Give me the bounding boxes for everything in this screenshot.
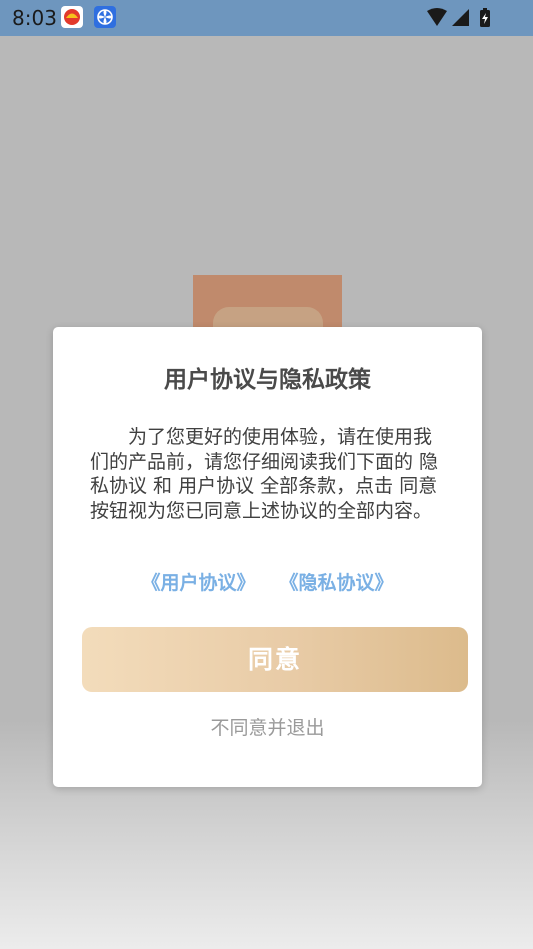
agree-mention: 同意: [399, 475, 438, 497]
privacy-agreement-link[interactable]: 《隐私协议》: [280, 572, 394, 594]
agreement-links: 《用户协议》 《隐私协议》: [53, 570, 482, 596]
user-mention: 用户协议: [178, 475, 255, 497]
petrochina-app-icon: [61, 6, 83, 28]
body-ending: 按钮视为您已同意上述协议的全部内容。: [90, 499, 433, 522]
user-agreement-link[interactable]: 《用户协议》: [141, 572, 255, 594]
body-conjunction: 和: [147, 475, 179, 497]
status-indicators: [425, 7, 495, 29]
decline-exit-button[interactable]: 不同意并退出: [53, 715, 482, 741]
dialog-body-text: 为了您更好的使用体验，请在使用我们的产品前，请您仔细阅读我们下面的 隐私协议 和…: [90, 425, 446, 523]
wifi-icon: [427, 8, 490, 27]
body-intro: 为了您更好的使用体验，请在使用我们的产品前，请您仔细阅读我们下面的: [90, 426, 433, 473]
privacy-dialog: 用户协议与隐私政策 为了您更好的使用体验，请在使用我们的产品前，请您仔细阅读我们…: [53, 327, 482, 787]
body-middle: 全部条款，点击: [254, 475, 400, 497]
fan-app-icon: [94, 6, 116, 28]
app-screen: 8:03 用户协议与隐私政策 为了您更好的使用体验，请在使用我们的产品前，请您仔…: [0, 0, 533, 949]
dialog-title: 用户协议与隐私政策: [164, 367, 371, 393]
status-time: 8:03: [12, 6, 57, 30]
status-bar: 8:03: [0, 0, 533, 36]
cell-signal-icon: [452, 9, 469, 26]
agree-button[interactable]: 同意: [82, 627, 468, 692]
